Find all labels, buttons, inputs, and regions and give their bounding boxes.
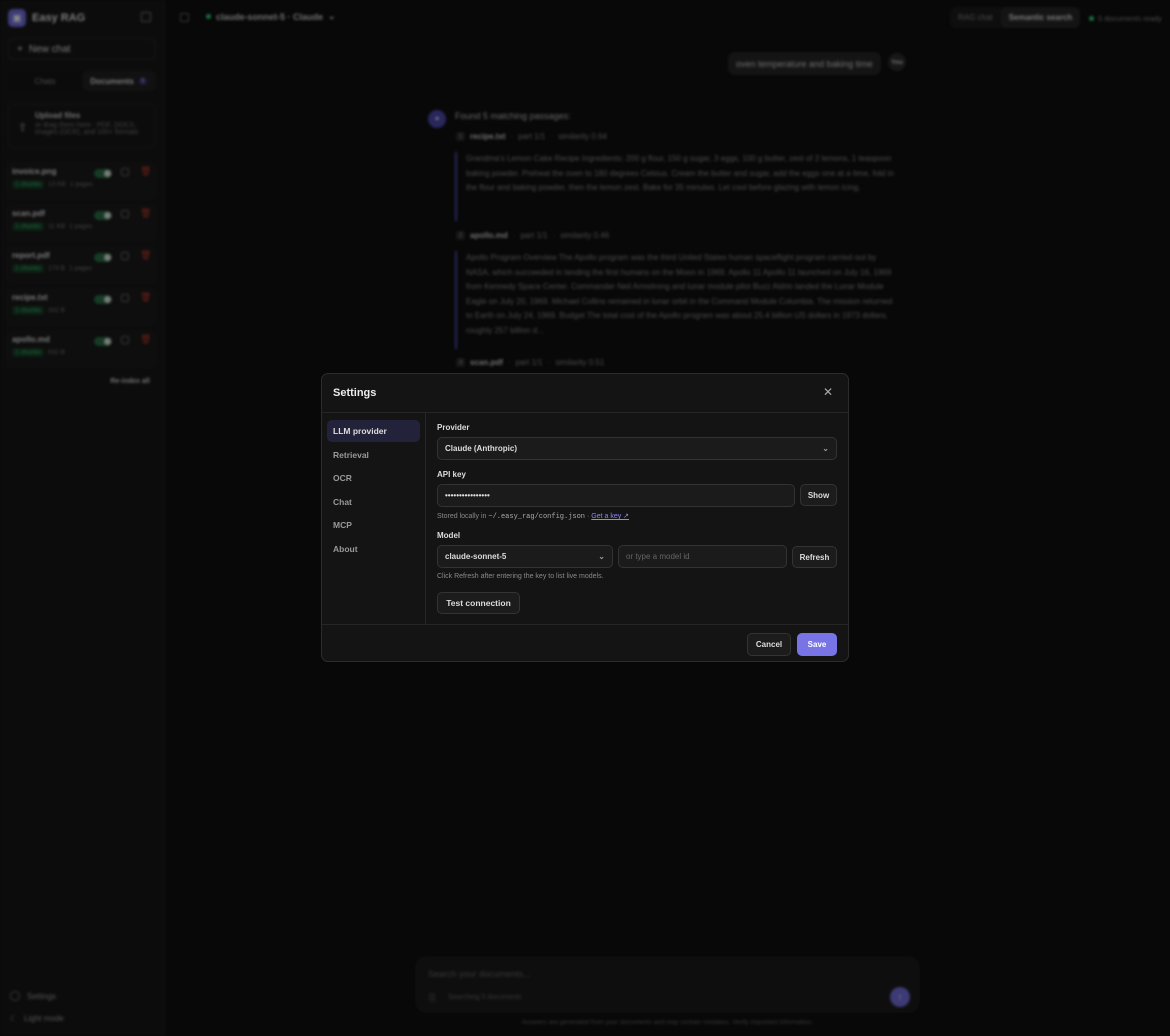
dialog-header: Settings ✕ [322, 374, 848, 413]
refresh-models-button[interactable]: Refresh [792, 546, 837, 568]
close-icon[interactable]: ✕ [821, 385, 835, 399]
provider-select-value: Claude (Anthropic) [445, 444, 517, 453]
api-key-label: API key [437, 470, 466, 479]
nav-ocr[interactable]: OCR [327, 467, 420, 489]
model-hint: Click Refresh after entering the key to … [437, 573, 604, 580]
nav-chat[interactable]: Chat [327, 491, 420, 513]
model-select[interactable]: claude-sonnet-5 ⌄ [437, 545, 613, 568]
nav-retrieval[interactable]: Retrieval [327, 444, 420, 466]
nav-about[interactable]: About [327, 538, 420, 560]
nav-llm-provider[interactable]: LLM provider [327, 420, 420, 442]
dialog-footer: Cancel Save [322, 624, 848, 661]
show-key-button[interactable]: Show [800, 484, 837, 506]
get-key-link[interactable]: Get a key ↗ [591, 513, 629, 520]
stored-prefix: Stored locally in [437, 513, 487, 520]
model-select-value: claude-sonnet-5 [445, 552, 507, 561]
save-button[interactable]: Save [797, 633, 837, 656]
hint-separator: · [586, 513, 590, 520]
dialog-title: Settings [333, 387, 377, 399]
api-key-input[interactable] [437, 484, 795, 507]
settings-nav: LLM provider Retrieval OCR Chat MCP Abou… [322, 413, 426, 625]
provider-label: Provider [437, 423, 470, 432]
api-key-hint: Stored locally in ~/.easy_rag/config.jso… [437, 512, 629, 521]
cancel-button[interactable]: Cancel [747, 633, 791, 656]
config-path: ~/.easy_rag/config.json [488, 513, 585, 521]
model-label: Model [437, 531, 461, 540]
model-id-input[interactable] [618, 545, 787, 568]
nav-mcp[interactable]: MCP [327, 514, 420, 536]
provider-select[interactable]: Claude (Anthropic) ⌄ [437, 437, 837, 460]
chevron-down-icon: ⌄ [822, 444, 829, 453]
chevron-down-icon: ⌄ [598, 552, 605, 561]
test-connection-button[interactable]: Test connection [437, 592, 520, 614]
settings-dialog: Settings ✕ LLM provider Retrieval OCR Ch… [321, 373, 849, 662]
